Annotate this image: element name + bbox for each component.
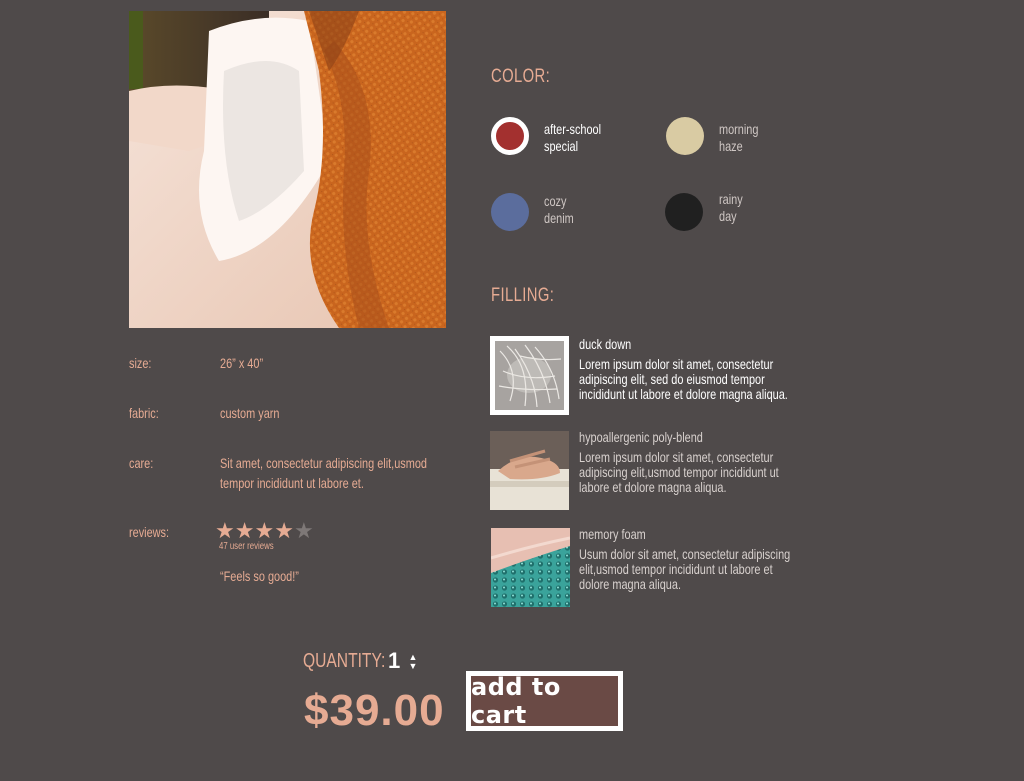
quantity-value[interactable]: 1 [388, 648, 400, 674]
color-swatch[interactable] [666, 117, 704, 155]
color-option-rainy-day[interactable] [665, 193, 703, 231]
care-label: care: [129, 455, 154, 471]
product-photo [129, 11, 446, 328]
color-section-title: COLOR: [491, 66, 551, 87]
color-swatch[interactable] [665, 193, 703, 231]
add-to-cart-button[interactable]: add to cart [466, 671, 623, 731]
filling-description: Lorem ipsum dolor sit amet, consectetur … [579, 356, 788, 402]
color-option-label: morning haze [719, 121, 759, 154]
color-option-label: after-school special [544, 121, 602, 154]
reviews-label: reviews: [129, 524, 170, 540]
filling-description: Lorem ipsum dolor sit amet, consectetur … [579, 449, 779, 495]
size-value: 26” x 40” [220, 355, 264, 371]
filling-thumb-poly-blend[interactable] [490, 431, 569, 510]
add-to-cart-label: add to cart [471, 673, 561, 729]
fabric-label: fabric: [129, 405, 159, 421]
filling-thumb-duck-down[interactable] [490, 336, 569, 415]
star-icon[interactable]: ★ [274, 518, 294, 543]
filling-name: hypoallergenic poly-blend [579, 429, 703, 445]
star-empty-icon[interactable]: ★ [294, 518, 314, 543]
rating-stars[interactable]: ★★★★★ [215, 520, 314, 542]
review-quote: “Feels so good!” [220, 568, 299, 584]
star-icon[interactable]: ★ [235, 518, 255, 543]
filling-section-title: FILLING: [491, 285, 555, 306]
size-label: size: [129, 355, 152, 371]
color-option-label: rainy day [719, 191, 743, 224]
filling-thumb-memory-foam[interactable] [491, 528, 570, 607]
reviews-count-link[interactable]: 47 user reviews [219, 541, 274, 552]
color-option-after-school-special[interactable] [491, 117, 529, 155]
filling-name: duck down [579, 336, 632, 352]
color-swatch[interactable] [491, 193, 529, 231]
filling-description: Usum dolor sit amet, consectetur adipisc… [579, 546, 791, 592]
price: $39.00 [304, 686, 445, 735]
care-value: Sit amet, consectetur adipiscing elit,us… [220, 455, 427, 491]
star-icon[interactable]: ★ [215, 518, 235, 543]
color-option-label: cozy denim [544, 193, 574, 226]
fabric-value: custom yarn [220, 405, 280, 421]
quantity-stepper[interactable]: ▲ ▼ [407, 653, 419, 671]
chevron-down-icon[interactable]: ▼ [407, 662, 419, 671]
star-icon[interactable]: ★ [254, 518, 274, 543]
filling-name: memory foam [579, 526, 646, 542]
color-option-morning-haze[interactable] [666, 117, 704, 155]
color-option-cozy-denim[interactable] [491, 193, 529, 231]
quantity-label: QUANTITY: [303, 650, 386, 672]
color-swatch[interactable] [491, 117, 529, 155]
